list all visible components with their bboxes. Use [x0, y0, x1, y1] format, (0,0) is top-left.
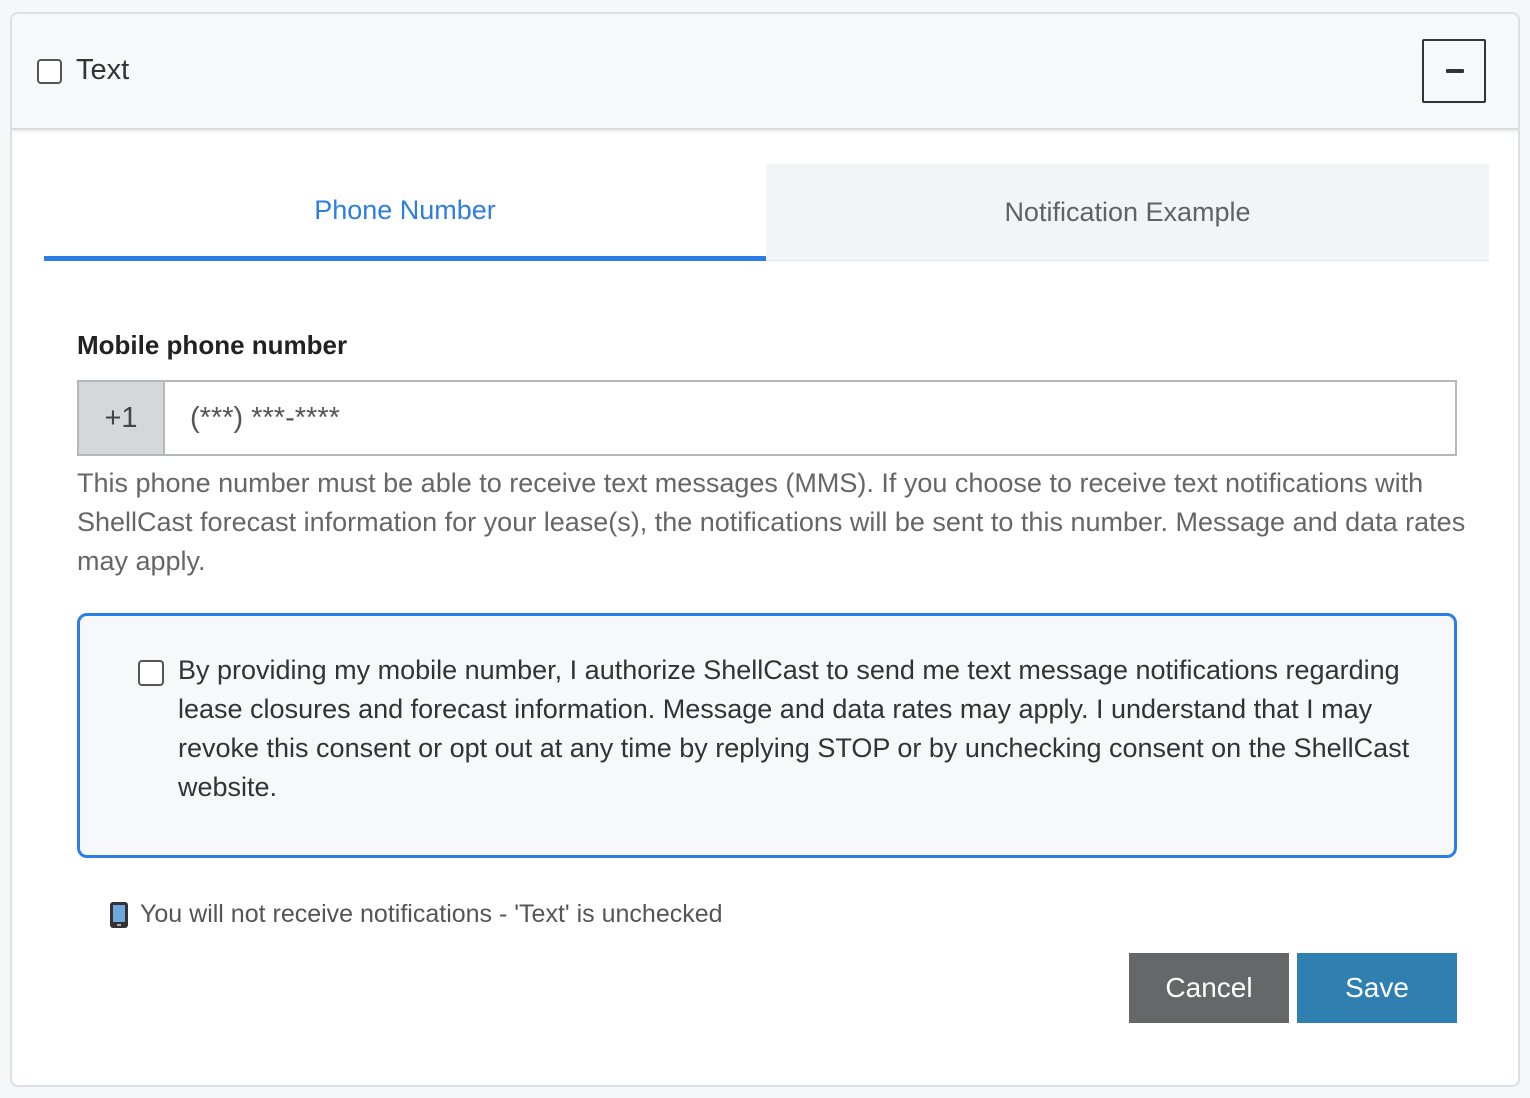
consent-box: By providing my mobile number, I authori… — [77, 613, 1457, 858]
collapse-button[interactable] — [1422, 39, 1486, 103]
consent-checkbox[interactable] — [138, 660, 164, 686]
tab-notification-example[interactable]: Notification Example — [766, 164, 1489, 260]
consent-text: By providing my mobile number, I authori… — [178, 655, 1410, 802]
status-text: You will not receive notifications - 'Te… — [140, 900, 723, 928]
mobile-phone-icon — [110, 901, 128, 928]
text-notification-panel: Text Phone Number Notification Example M… — [10, 12, 1520, 1087]
tab-bar: Phone Number Notification Example — [44, 164, 1489, 261]
tab-phone-number[interactable]: Phone Number — [44, 164, 766, 261]
notification-status: You will not receive notifications - 'Te… — [110, 900, 723, 929]
phone-number-input[interactable] — [165, 382, 1455, 454]
country-code-prefix: +1 — [79, 382, 165, 454]
cancel-button[interactable]: Cancel — [1129, 953, 1289, 1023]
text-enable-checkbox[interactable] — [37, 59, 62, 84]
save-button[interactable]: Save — [1297, 953, 1457, 1023]
minus-icon — [1446, 69, 1464, 73]
panel-header: Text — [12, 14, 1518, 130]
phone-input-group: +1 — [77, 380, 1457, 456]
phone-field-label: Mobile phone number — [77, 330, 348, 360]
phone-help-text: This phone number must be able to receiv… — [77, 468, 1466, 576]
panel-title: Text — [76, 54, 130, 86]
